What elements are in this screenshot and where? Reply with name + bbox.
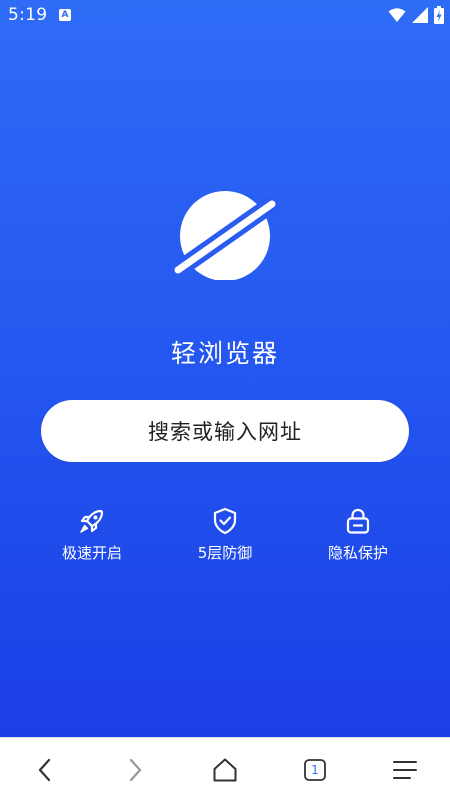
back-icon — [38, 758, 51, 781]
status-bar: 5:19 A — [0, 0, 450, 32]
signal-icon — [412, 7, 428, 23]
tab-count: 1 — [311, 762, 319, 777]
bottom-nav: 1 — [0, 737, 450, 801]
notification-a-icon: A — [59, 9, 71, 21]
search-input[interactable]: 搜索或输入网址 — [41, 400, 409, 462]
feature-label: 5层防御 — [197, 544, 253, 562]
status-icons — [388, 6, 444, 24]
menu-icon — [393, 760, 417, 779]
back-button[interactable] — [10, 738, 80, 801]
rocket-icon — [80, 509, 104, 533]
battery-charging-icon — [434, 6, 444, 24]
planet-logo-icon — [170, 191, 280, 280]
feature-privacy: 隐私保护 — [298, 506, 418, 563]
tabs-button[interactable]: 1 — [280, 738, 350, 801]
lock-icon — [346, 508, 370, 534]
tabs-icon: 1 — [304, 758, 326, 781]
app-title: 轻浏览器 — [170, 339, 279, 368]
home-icon — [213, 758, 237, 781]
home-screen: 5:19 A 轻浏览器 搜索或输入网址 极速开启 5层防御 隐私保护 — [0, 0, 450, 737]
menu-button[interactable] — [370, 738, 440, 801]
forward-button[interactable] — [100, 738, 170, 801]
forward-icon — [129, 758, 142, 781]
search-placeholder: 搜索或输入网址 — [148, 420, 302, 444]
wifi-icon — [388, 8, 406, 22]
feature-label: 隐私保护 — [327, 544, 388, 562]
feature-label: 极速开启 — [61, 544, 122, 562]
status-time: 5:19 — [8, 5, 48, 25]
feature-fast-start: 极速开启 — [32, 506, 152, 563]
shield-check-icon — [213, 507, 237, 535]
home-button[interactable] — [190, 738, 260, 801]
feature-defense: 5层防御 — [165, 506, 285, 563]
